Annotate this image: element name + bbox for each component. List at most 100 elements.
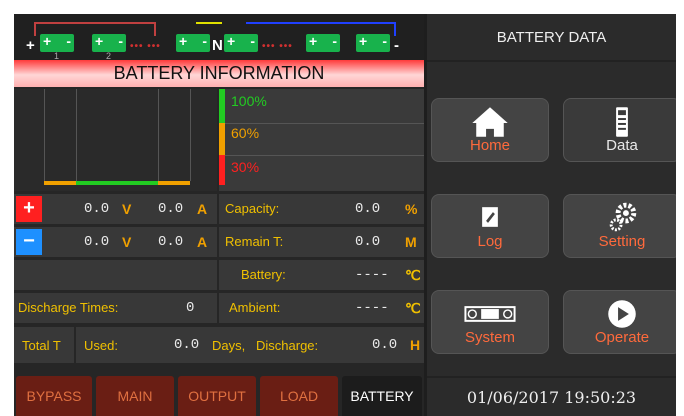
negative-current-unit: A (197, 234, 208, 250)
log-button-label: Log (477, 233, 503, 250)
bus-line (34, 22, 36, 36)
negative-row: − 0.0 V 0.0 A (14, 227, 217, 257)
positive-voltage: 0.0 (84, 201, 110, 217)
remain-time-unit: M (405, 234, 417, 250)
log-button[interactable]: Log (431, 194, 549, 258)
setting-button-label: Setting (598, 233, 646, 250)
graph-divider (76, 89, 77, 181)
battery-temp-label: Battery: (241, 267, 286, 282)
capacity-value: 0.0 (355, 201, 381, 217)
capacity-unit: % (405, 201, 418, 217)
total-t-label: Total T (22, 338, 61, 353)
system-button[interactable]: System (431, 290, 549, 354)
ambient-temp-value: ---- (355, 300, 389, 316)
level-30-label: 30% (231, 159, 260, 175)
remain-row: Remain T: 0.0 M (219, 227, 424, 257)
battery-string-diagram: + + - 1 + - 2 ••• ••• + - N + - ••• ••• + - +… (14, 14, 424, 61)
tab-load[interactable]: LOAD (260, 376, 338, 416)
datetime: 01/06/2017 19:50:23 (466, 388, 637, 407)
discharge-times-label: Discharge Times: (18, 300, 119, 315)
status-bar: 01/06/2017 19:50:23 (427, 376, 676, 416)
level-60-label: 60% (231, 125, 260, 141)
tab-bypass[interactable]: BYPASS (16, 376, 92, 416)
battery-cell: + - (356, 33, 390, 52)
level-marker-green (219, 89, 225, 123)
ambient-temp-unit: ℃ (405, 300, 421, 316)
gear-icon (609, 202, 637, 232)
level-bar-green (76, 181, 158, 185)
level-bar-orange (158, 181, 190, 185)
level-marker-orange (219, 123, 225, 155)
scale-divider (225, 123, 424, 124)
page-title: BATTERY DATA (496, 29, 607, 46)
bus-line (196, 22, 222, 24)
ambient-temp-label: Ambient: (229, 300, 281, 315)
tab-battery[interactable]: BATTERY (342, 376, 422, 416)
positive-row: + 0.0 V 0.0 A (14, 194, 217, 224)
minus-terminal: - (394, 37, 399, 54)
positive-current: 0.0 (158, 201, 184, 217)
discharge-hours-unit: H (410, 337, 421, 353)
setting-button[interactable]: Setting (563, 194, 676, 258)
capacity-row: Capacity: 0.0 % (219, 194, 424, 224)
battery-cell: + - 1 (40, 33, 74, 61)
discharge-label: Discharge: (256, 338, 319, 353)
cell-gap-dots: ••• ••• (130, 41, 161, 52)
level-100-label: 100% (231, 93, 267, 109)
battery-cell: + - (224, 33, 258, 52)
graph-divider (158, 89, 159, 181)
negative-voltage: 0.0 (84, 234, 110, 250)
battery-temp-unit: ℃ (405, 267, 421, 283)
cell-gap-dots: ••• ••• (262, 41, 293, 52)
home-button-label: Home (469, 137, 510, 154)
positive-current-unit: A (197, 201, 208, 217)
negative-voltage-unit: V (122, 234, 132, 250)
scale-divider (225, 155, 424, 156)
remain-time-label: Remain T: (225, 234, 284, 249)
total-t-cell: Total T (14, 327, 74, 363)
level-marker-red (219, 155, 225, 185)
discharge-times-row: Discharge Times: 0 (14, 293, 217, 323)
graph-divider (44, 89, 45, 181)
bus-line (154, 22, 156, 36)
negative-sign-icon: − (16, 229, 42, 255)
bus-line (34, 22, 154, 24)
operate-button-label: Operate (594, 329, 650, 346)
used-days-value: 0.0 (174, 337, 200, 353)
bus-line (394, 22, 396, 36)
level-scale: 100% 60% 30% (219, 89, 424, 191)
neutral-terminal: N (212, 37, 223, 54)
positive-sign-icon: + (16, 196, 42, 222)
tab-output[interactable]: OUTPUT (178, 376, 256, 416)
log-icon (482, 207, 498, 227)
tab-main[interactable]: MAIN (96, 376, 174, 416)
battery-level-graph (14, 89, 217, 191)
system-button-label: System (464, 329, 515, 346)
header-bar: BATTERY DATA (427, 14, 676, 62)
home-button[interactable]: Home (431, 98, 549, 162)
left-panel: + + - 1 + - 2 ••• ••• + - N + - ••• ••• + - +… (14, 14, 424, 416)
battery-cell: + - 2 (92, 33, 126, 61)
discharge-times-value: 0 (186, 300, 195, 316)
discharge-hours-value: 0.0 (372, 337, 398, 353)
battery-information-title: BATTERY INFORMATION (14, 60, 424, 87)
home-icon (472, 107, 508, 137)
operate-button[interactable]: Operate (563, 290, 676, 354)
graph-divider (190, 89, 191, 181)
battery-cell: + - (176, 33, 210, 52)
used-label: Used: (84, 338, 118, 353)
system-icon (464, 306, 516, 322)
data-icon (616, 107, 628, 137)
remain-time-value: 0.0 (355, 234, 381, 250)
data-button[interactable]: Data (563, 98, 676, 162)
negative-current: 0.0 (158, 234, 184, 250)
ambient-temp-row: Ambient: ---- ℃ (219, 293, 424, 323)
blank-row (14, 260, 217, 290)
data-button-label: Data (606, 137, 638, 154)
positive-voltage-unit: V (122, 201, 132, 217)
totals-row: Used: 0.0 Days, Discharge: 0.0 H (76, 327, 424, 363)
level-bar-orange (44, 181, 76, 185)
battery-cell: + - (306, 33, 340, 52)
capacity-label: Capacity: (225, 201, 280, 216)
play-icon (608, 300, 636, 328)
